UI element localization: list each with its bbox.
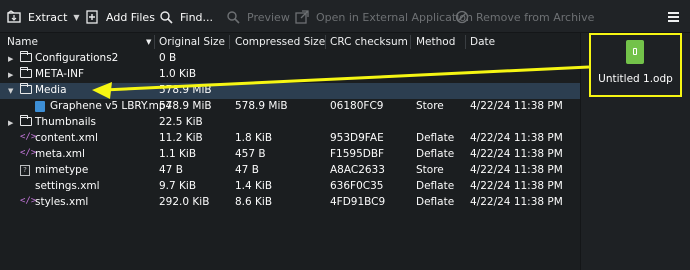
annotation-arrow [92,65,590,99]
